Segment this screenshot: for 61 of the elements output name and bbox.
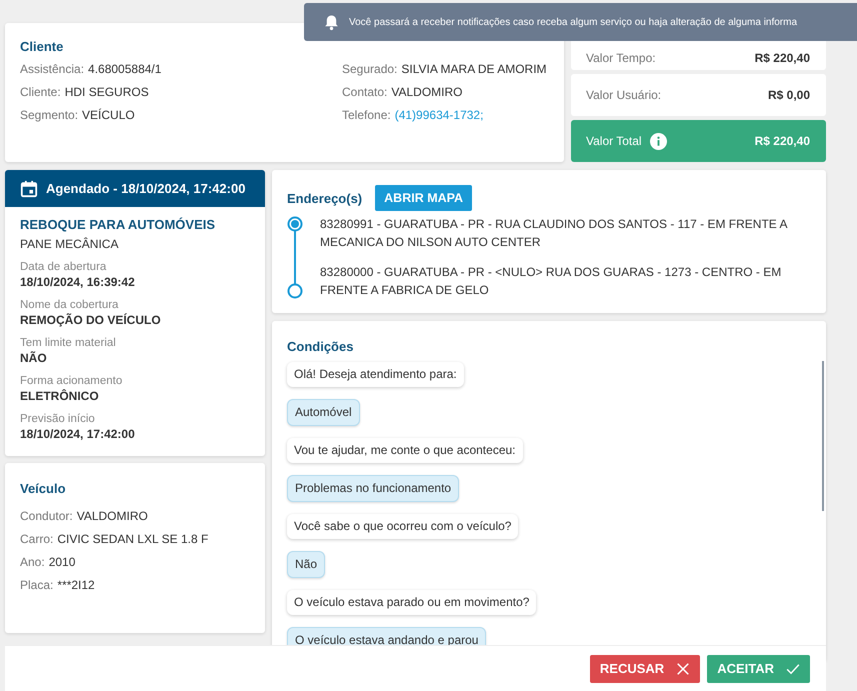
field-value: VEÍCULO [82,108,135,122]
field-label: Ano: [20,555,45,569]
field-value: VALDOMIRO [391,85,462,99]
open-map-button[interactable]: ABRIR MAPA [375,185,472,211]
field-label: Previsão início [20,413,96,425]
address-text: 83280991 - GUARATUBA - PR - RUA CLAUDINO DOS SANTOS - 117 - EM FRENTE A MECANICA DO NILSON AUTO CENTER [320,216,788,251]
field-label: Segmento: [20,108,78,122]
field-label: Carro: [20,532,54,546]
field-label: Tem limite material [20,337,117,349]
section-title: Veículo [20,481,67,496]
field-label: Contato: [342,85,388,99]
close-icon [676,662,690,676]
reject-button[interactable]: RECUSAR [590,654,700,682]
value-amount: R$ 220,40 [754,51,810,65]
calendar-icon [20,180,38,198]
value-label: Valor Tempo: [586,51,656,65]
field-label: Assistência: [20,62,84,76]
field-label: Data de abertura [20,261,108,273]
field-value: REMOÇÃO DO VEÍCULO [20,313,162,327]
section-title: Condições [287,339,354,354]
field-value: CIVIC SEDAN LXL SE 1.8 F [57,532,208,546]
bell-icon [324,14,339,30]
field-label: Forma acionamento [20,375,124,387]
check-icon [786,662,800,676]
section-title: Endereço(s) [287,190,362,206]
field-value: 4.68005884/1 [88,62,162,76]
answer-bubble: Não [287,551,326,578]
field-value: NÃO [20,351,48,365]
field-label: Placa: [20,578,54,592]
value-label: Valor Total [586,134,642,148]
service-subtitle: PANE MECÂNICA [20,237,120,251]
phone-link[interactable]: (41)99634-1732; [394,108,484,122]
value-label: Valor Usuário: [586,88,662,102]
field-label: Cliente: [20,85,61,99]
field-value: 2010 [48,555,76,569]
field-label: Segurado: [342,62,398,76]
question-bubble: O veículo estava parado ou em movimento? [287,590,536,615]
question-bubble: Vou te ajudar, me conte o que aconteceu: [287,438,522,463]
field-value: 18/10/2024, 17:42:00 [20,427,136,441]
notification-text: Você passará a receber notificações caso receba algum serviço ou haja alteração de alguma informa [349,16,798,28]
address-text: 83280000 - GUARATUBA - PR - <NULO> RUA DOS GUARAS - 1273 - CENTRO - EM FRENTE A FABRICA DE GELO [320,264,782,299]
field-value: SILVIA MARA DE AMORIM [401,62,547,76]
service-title: REBOQUE PARA AUTOMÓVEIS [20,217,216,232]
answer-bubble: Problemas no funcionamento [287,475,460,502]
value-amount: R$ 220,40 [754,134,810,148]
question-bubble: Olá! Deseja atendimento para: [287,362,464,387]
field-value: 18/10/2024, 16:39:42 [20,275,136,289]
field-label: Nome da cobertura [20,299,120,311]
field-label: Condutor: [20,509,73,523]
field-value: ***2I12 [57,578,95,592]
question-bubble: Você sabe o que ocorreu com o veículo? [287,514,518,539]
field-value: VALDOMIRO [76,509,148,523]
accept-button[interactable]: ACEITAR [707,654,810,682]
field-value: ELETRÔNICO [20,389,100,403]
field-label: Telefone: [342,108,391,122]
value-amount: R$ 0,00 [768,88,810,102]
answer-bubble: Automóvel [287,399,360,426]
schedule-text: Agendado - 18/10/2024, 17:42:00 [46,181,246,196]
field-value: HDI SEGUROS [64,85,149,99]
section-title: Cliente [20,39,64,54]
info-icon[interactable] [650,132,667,150]
